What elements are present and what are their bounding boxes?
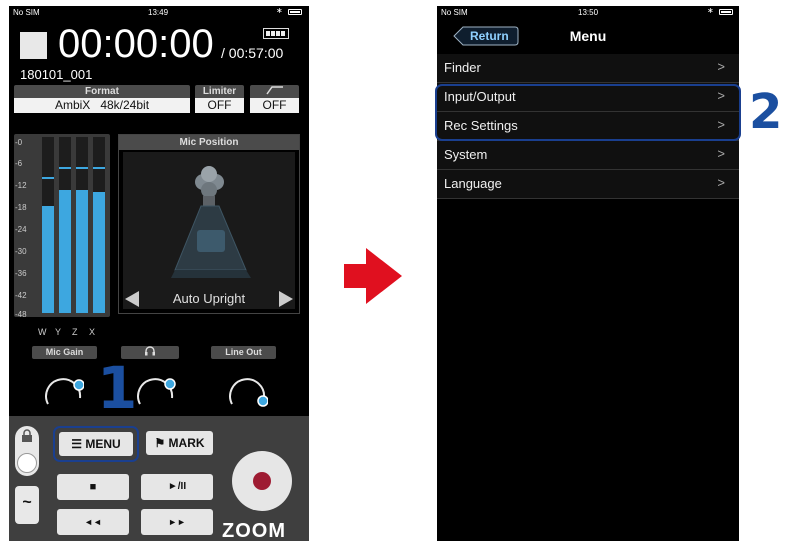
lock-toggle-knob xyxy=(17,453,37,473)
meter-peak-y xyxy=(59,166,71,169)
mark-button-label: MARK xyxy=(168,436,205,450)
meter-scale-48: -48 xyxy=(15,310,27,319)
play-pause-button[interactable]: ►/II xyxy=(141,474,213,500)
status-time-right: 13:50 xyxy=(578,8,599,17)
channel-label-y: Y xyxy=(55,327,62,337)
lowcut-label xyxy=(250,85,299,99)
menu-item-system[interactable]: System > xyxy=(437,141,739,170)
highlight-frame xyxy=(435,84,741,141)
meter-scale-6: -6 xyxy=(15,159,23,168)
menu-button-highlight: ☰ MENU xyxy=(53,426,139,462)
lock-toggle[interactable] xyxy=(15,426,39,476)
page-title: Menu xyxy=(569,28,607,44)
mic-position-panel: Mic Position Auto Upright xyxy=(118,134,300,314)
mic-gain-knob[interactable] xyxy=(40,368,84,412)
mic-position-title: Mic Position xyxy=(119,135,299,150)
level-meter: -0 -6 -12 -18 -24 -30 -36 -42 -48 xyxy=(14,134,110,319)
menu-item-label: Language xyxy=(444,176,502,191)
record-stop-indicator xyxy=(20,32,47,59)
bluetooth-icon-right: ∗ xyxy=(707,6,714,15)
meter-scale-12: -12 xyxy=(15,181,27,190)
format-label: Format xyxy=(14,85,190,98)
lowcut-icon xyxy=(265,86,283,95)
chevron-right-icon: > xyxy=(717,59,725,74)
step-callout-1: 1 xyxy=(97,354,138,422)
zoom-logo: ZOOM xyxy=(222,520,286,541)
menu-button-label: MENU xyxy=(85,437,121,451)
file-name: 180101_001 xyxy=(20,67,93,82)
meter-channel-y xyxy=(59,137,71,313)
hold-button[interactable]: ~ xyxy=(15,486,39,524)
battery-icon-right xyxy=(719,9,733,15)
mic-position-view: Auto Upright xyxy=(123,152,295,309)
meter-channel-w xyxy=(42,137,54,313)
microphone-device-icon xyxy=(171,166,251,278)
stop-button[interactable]: ■ xyxy=(57,474,129,500)
meter-scale-0: -0 xyxy=(15,138,23,147)
meter-channel-x xyxy=(93,137,105,313)
meter-channel-z xyxy=(76,137,88,313)
lock-icon xyxy=(22,429,32,442)
mark-flag-icon: ⚑ xyxy=(154,436,166,450)
meter-scale-24: -24 xyxy=(15,225,27,234)
chevron-right-icon: > xyxy=(717,146,725,161)
meter-scale-30: -30 xyxy=(15,247,27,256)
limiter-label: Limiter xyxy=(195,85,244,98)
meter-fill-x xyxy=(93,191,105,313)
status-carrier-right: No SIM xyxy=(441,8,468,17)
channel-label-x: X xyxy=(89,327,96,337)
meter-scale-42: -42 xyxy=(15,291,27,300)
mic-position-value: Auto Upright xyxy=(172,291,246,306)
limiter-value: OFF xyxy=(195,98,244,113)
record-button[interactable] xyxy=(232,451,292,511)
meter-peak-w xyxy=(42,177,54,180)
remaining-time: / 00:57:00 xyxy=(221,45,284,61)
channel-label-w: W xyxy=(38,327,47,337)
step-callout-2: 2 xyxy=(749,84,783,140)
headphone-volume-knob[interactable] xyxy=(132,368,176,412)
status-time: 13:49 xyxy=(148,8,169,17)
menu-item-label: System xyxy=(444,147,488,162)
meter-fill-y xyxy=(59,189,71,313)
menu-lines-icon: ☰ xyxy=(71,437,83,451)
rewind-button[interactable]: ◄◄ xyxy=(57,509,129,535)
time-counter: 00:00:00 xyxy=(58,22,214,66)
line-out-knob[interactable] xyxy=(224,368,268,412)
bluetooth-icon: ∗ xyxy=(276,6,283,15)
arrow-right-icon xyxy=(344,248,402,304)
menu-item-finder[interactable]: Finder > xyxy=(437,54,739,83)
format-rate: 48k/24bit xyxy=(100,98,150,112)
channel-label-z: Z xyxy=(72,327,78,337)
mark-button[interactable]: ⚑ MARK xyxy=(146,431,213,455)
menu-button[interactable]: ☰ MENU xyxy=(59,432,133,456)
menu-item-label: Finder xyxy=(444,60,481,75)
headphone-icon xyxy=(145,346,155,356)
line-out-label: Line Out xyxy=(211,346,276,359)
format-type: AmbiX xyxy=(54,98,91,112)
meter-fill-z xyxy=(76,189,88,313)
left-phone-screen: No SIM 13:49 ∗ 00:00:00 / 00:57:00 18010… xyxy=(9,6,309,541)
meter-peak-z xyxy=(76,166,88,169)
chevron-right-icon: > xyxy=(717,175,725,190)
format-value: AmbiX 48k/24bit xyxy=(14,98,190,113)
lowcut-value: OFF xyxy=(250,98,299,113)
status-carrier: No SIM xyxy=(13,8,40,17)
battery-icon xyxy=(288,9,302,15)
meter-fill-w xyxy=(42,205,54,313)
meter-scale-18: -18 xyxy=(15,203,27,212)
meter-peak-x xyxy=(93,166,105,169)
meter-scale-36: -36 xyxy=(15,269,27,278)
fast-forward-button[interactable]: ►► xyxy=(141,509,213,535)
menu-item-language[interactable]: Language > xyxy=(437,170,739,199)
mic-gain-label: Mic Gain xyxy=(32,346,97,359)
device-battery-icon xyxy=(263,28,289,39)
record-dot-icon xyxy=(253,472,271,490)
